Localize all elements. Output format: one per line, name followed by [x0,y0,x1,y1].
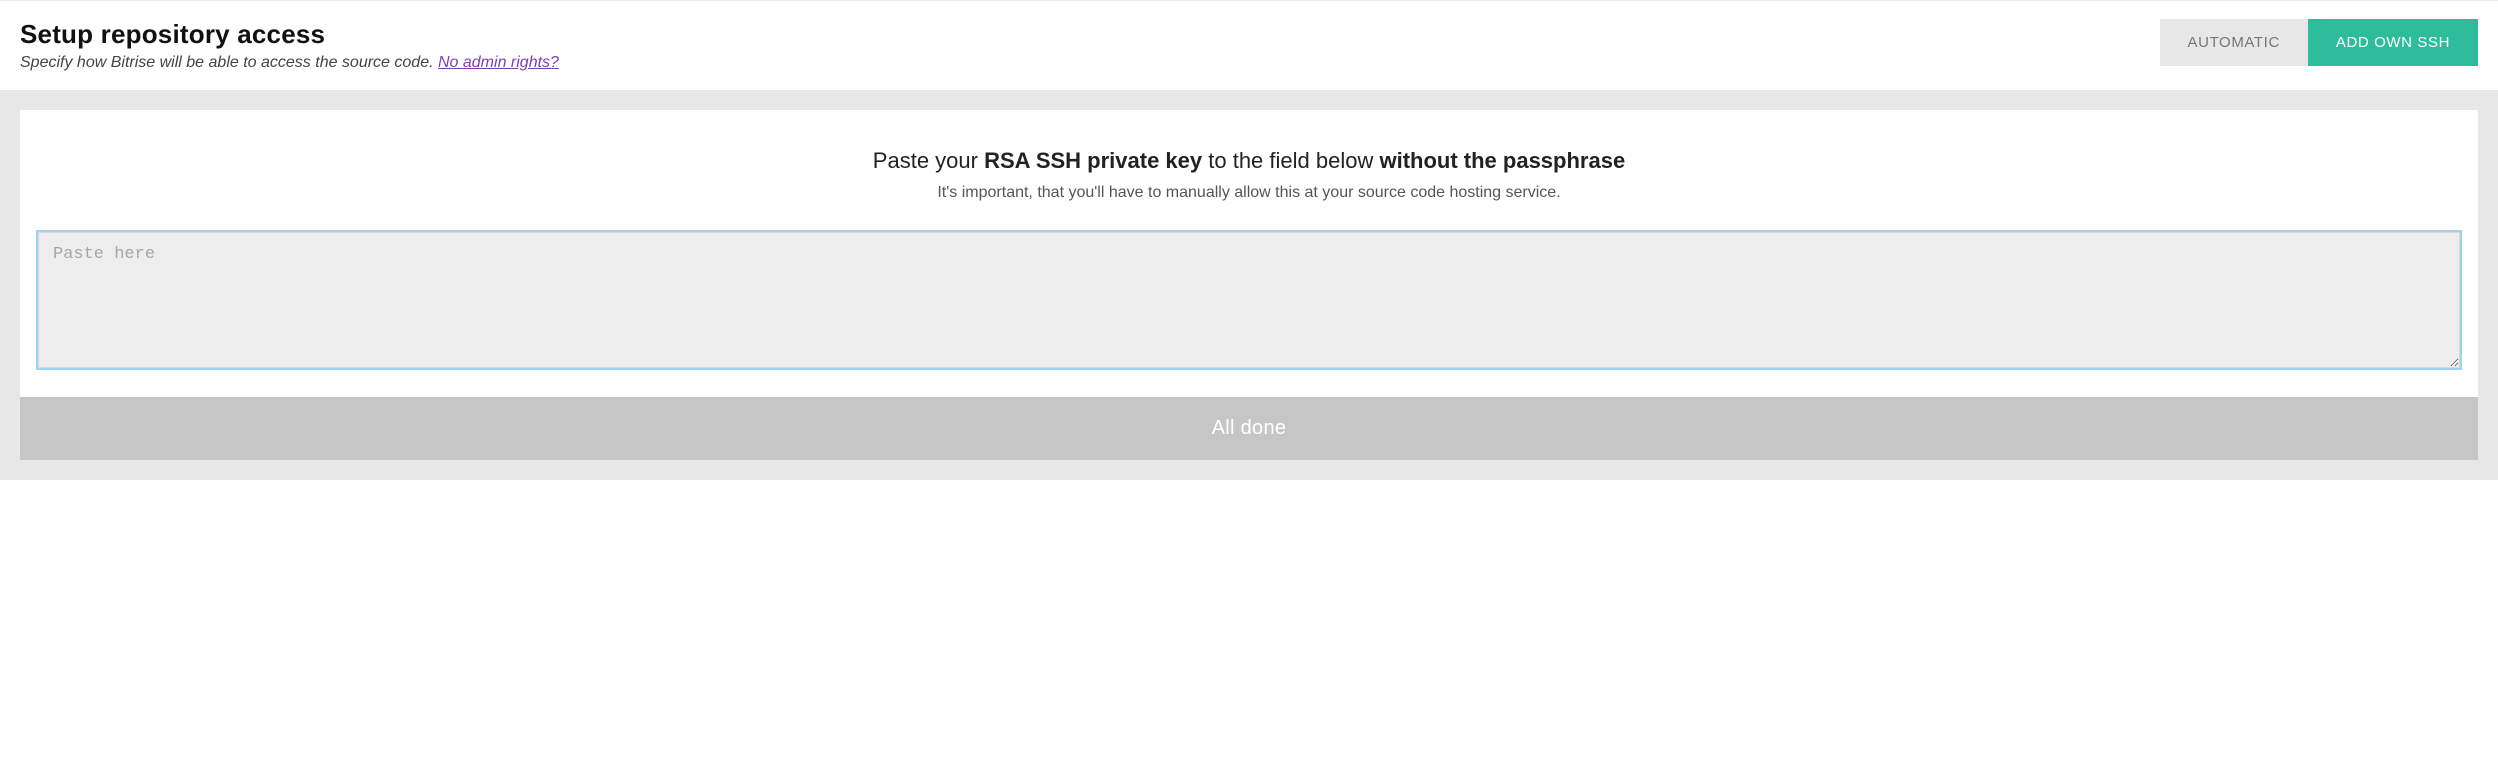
tab-add-own-ssh[interactable]: ADD OWN SSH [2308,19,2478,66]
all-done-button[interactable]: All done [20,397,2478,460]
page-title: Setup repository access [20,19,2160,50]
main-area: Paste your RSA SSH private key to the fi… [0,90,2498,480]
instruction-bold-2: without the passphrase [1379,148,1625,173]
instruction-prefix: Paste your [873,148,984,173]
tab-automatic[interactable]: AUTOMATIC [2160,19,2308,66]
done-wrapper: All done [20,397,2478,460]
instruction-mid: to the field below [1202,148,1379,173]
tab-group: AUTOMATIC ADD OWN SSH [2160,19,2478,66]
page-header: Setup repository access Specify how Bitr… [0,0,2498,90]
no-admin-rights-link[interactable]: No admin rights? [438,54,559,71]
ssh-private-key-input[interactable] [38,232,2460,368]
instruction-text: Paste your RSA SSH private key to the fi… [38,148,2460,174]
ssh-key-card: Paste your RSA SSH private key to the fi… [20,110,2478,397]
header-text-block: Setup repository access Specify how Bitr… [20,19,2160,72]
subtitle-prefix: Specify how Bitrise will be able to acce… [20,54,438,71]
instruction-bold-1: RSA SSH private key [984,148,1202,173]
sub-instruction-text: It's important, that you'll have to manu… [38,184,2460,202]
page-subtitle: Specify how Bitrise will be able to acce… [20,54,2160,72]
